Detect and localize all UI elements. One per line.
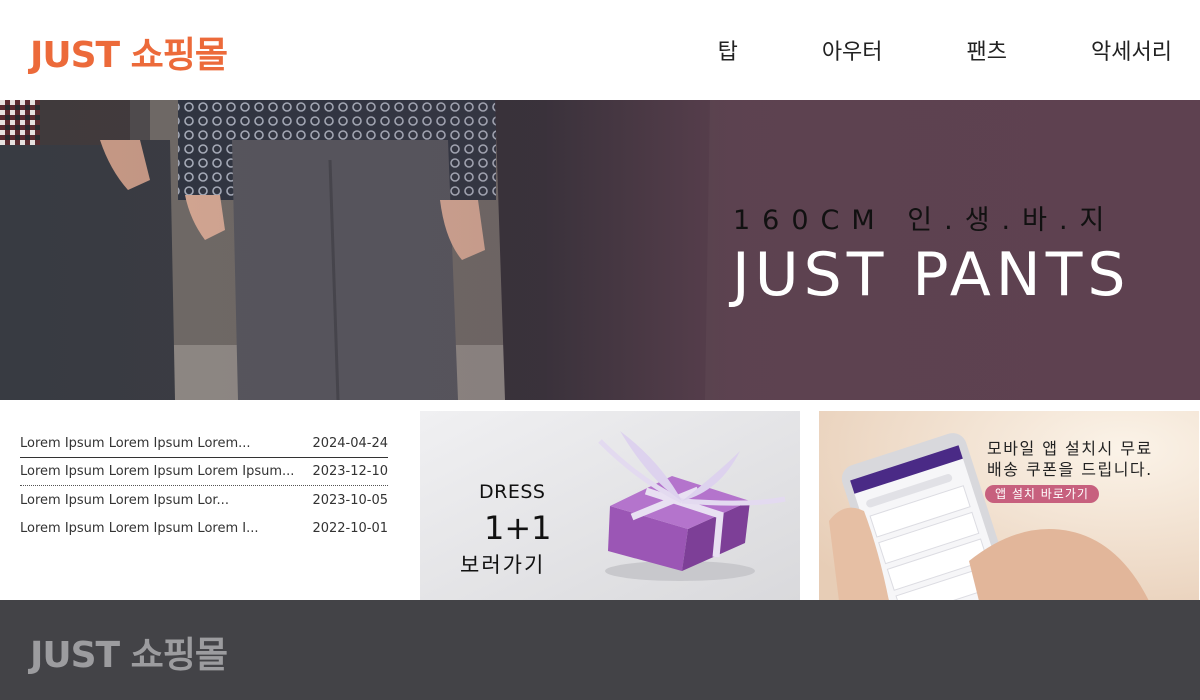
notice-title: Lorem Ipsum Lorem Ipsum Lorem I... <box>20 520 259 536</box>
list-item[interactable]: Lorem Ipsum Lorem Ipsum Lor... 2023-10-0… <box>20 486 388 514</box>
banner-subtitle: 160CM 인.생.바.지 <box>733 205 1117 236</box>
nav-item-top[interactable]: 탑 <box>718 34 738 66</box>
list-item[interactable]: Lorem Ipsum Lorem Ipsum Lorem I... 2022-… <box>20 514 388 542</box>
main-nav: 탑 아우터 팬츠 악세서리 <box>718 34 1172 66</box>
notice-title: Lorem Ipsum Lorem Ipsum Lor... <box>20 492 229 508</box>
notice-date: 2024-04-24 <box>312 436 388 451</box>
notice-date: 2022-10-01 <box>312 520 388 536</box>
promo-view-link[interactable]: 보러가기 <box>460 549 545 579</box>
notice-list: Lorem Ipsum Lorem Ipsum Lorem... 2024-04… <box>20 430 388 542</box>
list-item[interactable]: Lorem Ipsum Lorem Ipsum Lorem... 2024-04… <box>20 430 388 458</box>
banner-title: JUST PANTS <box>732 240 1131 310</box>
notice-date: 2023-12-10 <box>312 464 388 479</box>
site-header: JUST 쇼핑몰 탑 아우터 팬츠 악세서리 <box>0 0 1200 100</box>
app-promo-line-2: 배송 쿠폰을 드립니다. <box>987 460 1153 479</box>
site-footer: JUST 쇼핑몰 <box>0 600 1200 700</box>
dress-promo-banner[interactable]: DRESS 1+1 보러가기 <box>420 411 800 600</box>
nav-item-pants[interactable]: 팬츠 <box>967 34 1007 66</box>
nav-item-outer[interactable]: 아우터 <box>822 34 883 66</box>
nav-item-accessories[interactable]: 악세서리 <box>1091 34 1172 66</box>
footer-logo: JUST 쇼핑몰 <box>30 635 228 676</box>
notice-title: Lorem Ipsum Lorem Ipsum Lorem Ipsum... <box>20 464 295 479</box>
install-app-button[interactable]: 앱 설치 바로가기 <box>985 485 1099 503</box>
hero-banner[interactable]: 160CM 인.생.바.지 JUST PANTS <box>0 100 1200 400</box>
list-item[interactable]: Lorem Ipsum Lorem Ipsum Lorem Ipsum... 2… <box>20 458 388 486</box>
promo-offer: 1+1 <box>484 509 552 547</box>
site-logo[interactable]: JUST 쇼핑몰 <box>30 26 228 78</box>
notice-date: 2023-10-05 <box>312 492 388 508</box>
app-promo-banner[interactable]: 모바일 앱 설치시 무료 배송 쿠폰을 드립니다. 앱 설치 바로가기 <box>819 411 1199 601</box>
promo-label: DRESS <box>479 481 546 503</box>
notice-title: Lorem Ipsum Lorem Ipsum Lorem... <box>20 436 251 451</box>
